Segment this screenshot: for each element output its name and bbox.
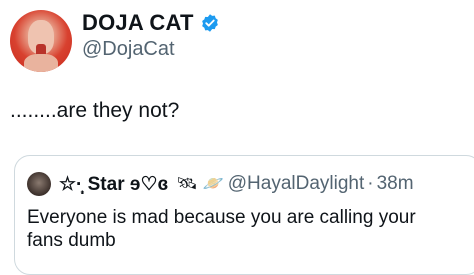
author-row: DOJA CAT — [82, 10, 220, 36]
avatar-hand — [24, 54, 58, 72]
display-name[interactable]: DOJA CAT — [82, 10, 194, 36]
quoted-header: ☆·̩͙ Star ɘ♡ɞ 🛰 🪐 @HayalDaylight · 38m — [27, 172, 414, 196]
quoted-handle[interactable]: @HayalDaylight — [228, 173, 365, 195]
author-handle[interactable]: @DojaCat — [82, 38, 175, 61]
tweet-text: ........are they not? — [10, 99, 180, 122]
quoted-text: Everyone is mad because you are calling … — [27, 207, 416, 251]
quoted-tweet[interactable]: ☆·̩͙ Star ɘ♡ɞ 🛰 🪐 @HayalDaylight · 38m E… — [14, 155, 474, 275]
quoted-display-name[interactable]: ☆·̩͙ Star ɘ♡ɞ — [59, 173, 168, 196]
quoted-timestamp[interactable]: 38m — [377, 173, 414, 195]
quoted-name-emoji: 🛰 🪐 — [176, 174, 224, 193]
quoted-avatar[interactable] — [27, 172, 51, 196]
quoted-separator: · — [367, 173, 374, 194]
avatar[interactable] — [10, 10, 72, 72]
verified-badge-icon — [201, 14, 218, 32]
